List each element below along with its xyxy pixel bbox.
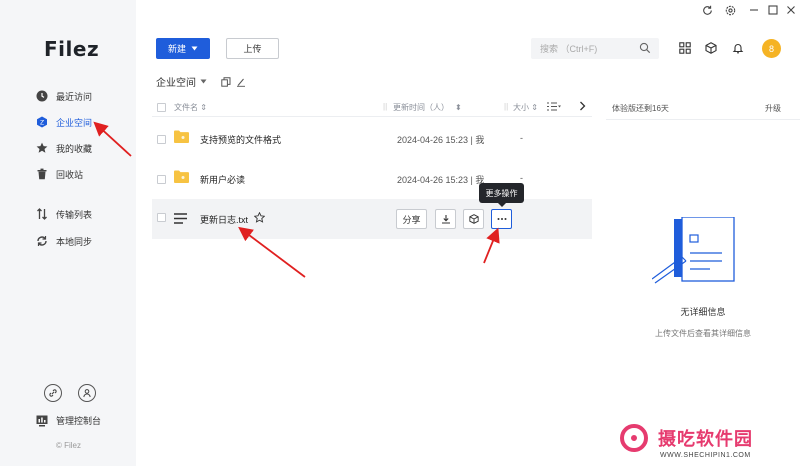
watermark-text: 摄吃软件园 [658,429,753,450]
watermark-url: WWW.SHECHIPIN1.COM [660,452,751,459]
annotation-arrows [93,121,500,278]
watermark: 摄吃软件园 [620,424,753,452]
watermark-logo-icon [620,424,650,452]
